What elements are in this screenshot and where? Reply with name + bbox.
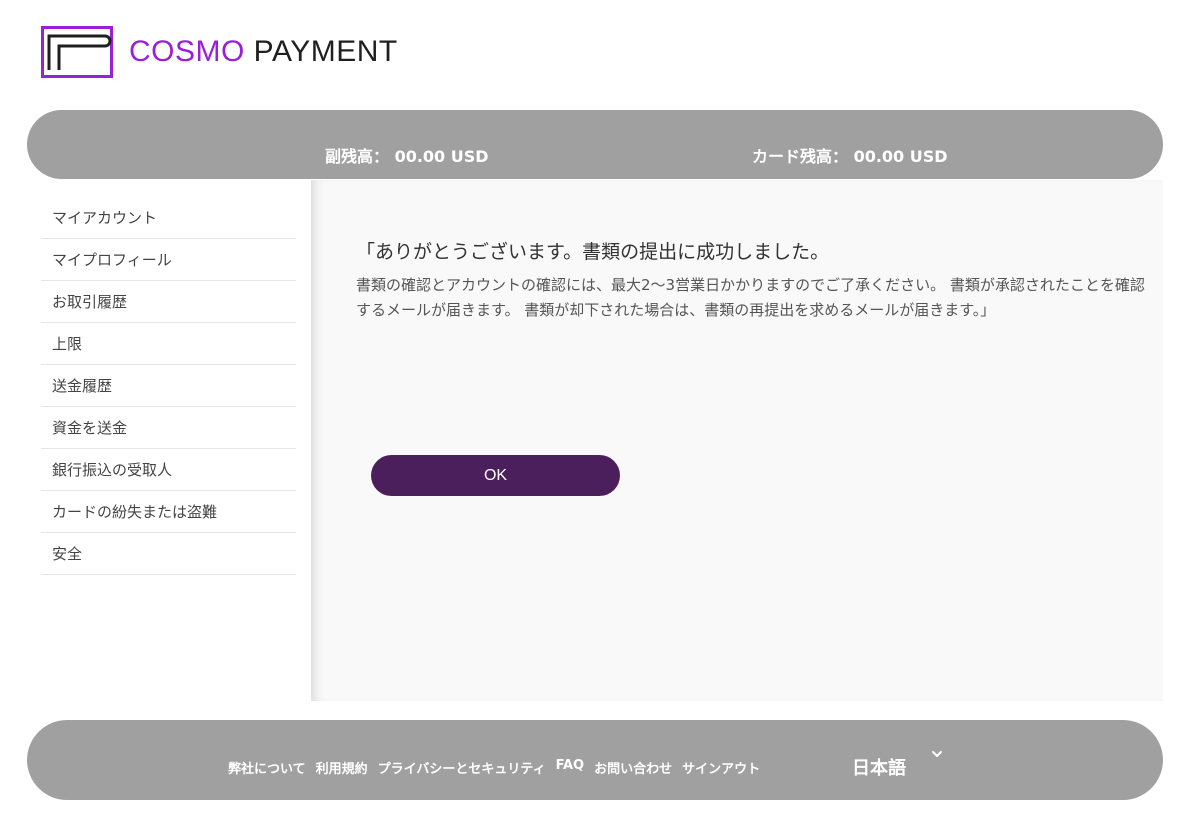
brand-name-secondary: PAYMENT xyxy=(244,35,398,68)
footer-link-privacy[interactable]: プライバシーとセキュリティ xyxy=(378,758,546,777)
footer-link-sign-out[interactable]: サインアウト xyxy=(682,758,760,777)
page: COSMO PAYMENT 副残高： 00.00 USD カード残高： 00.0… xyxy=(0,0,1200,833)
ok-button[interactable]: OK xyxy=(371,455,620,496)
brand-logo[interactable]: COSMO PAYMENT xyxy=(41,26,398,78)
sidebar-item-my-profile[interactable]: マイプロフィール xyxy=(41,239,296,281)
success-title: 「ありがとうございます。書類の提出に成功しました。 xyxy=(356,241,830,263)
balance-bar: 副残高： 00.00 USD カード残高： 00.00 USD xyxy=(27,110,1163,179)
sidebar-item-lost-stolen-card[interactable]: カードの紛失または盗難 xyxy=(41,491,296,533)
sidebar-item-send-funds[interactable]: 資金を送金 xyxy=(41,407,296,449)
success-message: 書類の確認とアカウントの確認には、最大2〜3営業日かかりますのでご了承ください。… xyxy=(356,276,1145,319)
sidebar-item-bank-recipients[interactable]: 銀行振込の受取人 xyxy=(41,449,296,491)
footer-link-contact[interactable]: お問い合わせ xyxy=(594,758,672,777)
language-select[interactable]: 日本語 xyxy=(852,751,944,780)
sub-balance: 副残高： 00.00 USD xyxy=(325,147,489,166)
card-balance: カード残高： 00.00 USD xyxy=(752,147,948,166)
brand-name-primary: COSMO xyxy=(129,35,245,68)
language-label: 日本語 xyxy=(852,758,906,779)
footer-link-about[interactable]: 弊社について xyxy=(228,758,306,777)
footer-bar: 弊社について 利用規約 プライバシーとセキュリティ FAQ お問い合わせ サイン… xyxy=(27,720,1163,800)
main-panel: 「ありがとうございます。書類の提出に成功しました。 書類の確認とアカウントの確認… xyxy=(311,180,1163,701)
sidebar-nav: マイアカウント マイプロフィール お取引履歴 上限 送金履歴 資金を送金 銀行振… xyxy=(41,197,296,575)
footer-link-faq[interactable]: FAQ xyxy=(556,758,585,777)
footer-link-terms[interactable]: 利用規約 xyxy=(316,758,368,777)
chevron-down-icon xyxy=(932,751,942,757)
sidebar-item-transaction-history[interactable]: お取引履歴 xyxy=(41,281,296,323)
sidebar-item-transfer-history[interactable]: 送金履歴 xyxy=(41,365,296,407)
sidebar-item-security[interactable]: 安全 xyxy=(41,533,296,575)
sidebar-item-limits[interactable]: 上限 xyxy=(41,323,296,365)
cosmo-logo-icon xyxy=(41,26,113,78)
footer-links: 弊社について 利用規約 プライバシーとセキュリティ FAQ お問い合わせ サイン… xyxy=(228,758,760,777)
sidebar-item-my-account[interactable]: マイアカウント xyxy=(41,197,296,239)
brand-name: COSMO PAYMENT xyxy=(129,26,398,78)
